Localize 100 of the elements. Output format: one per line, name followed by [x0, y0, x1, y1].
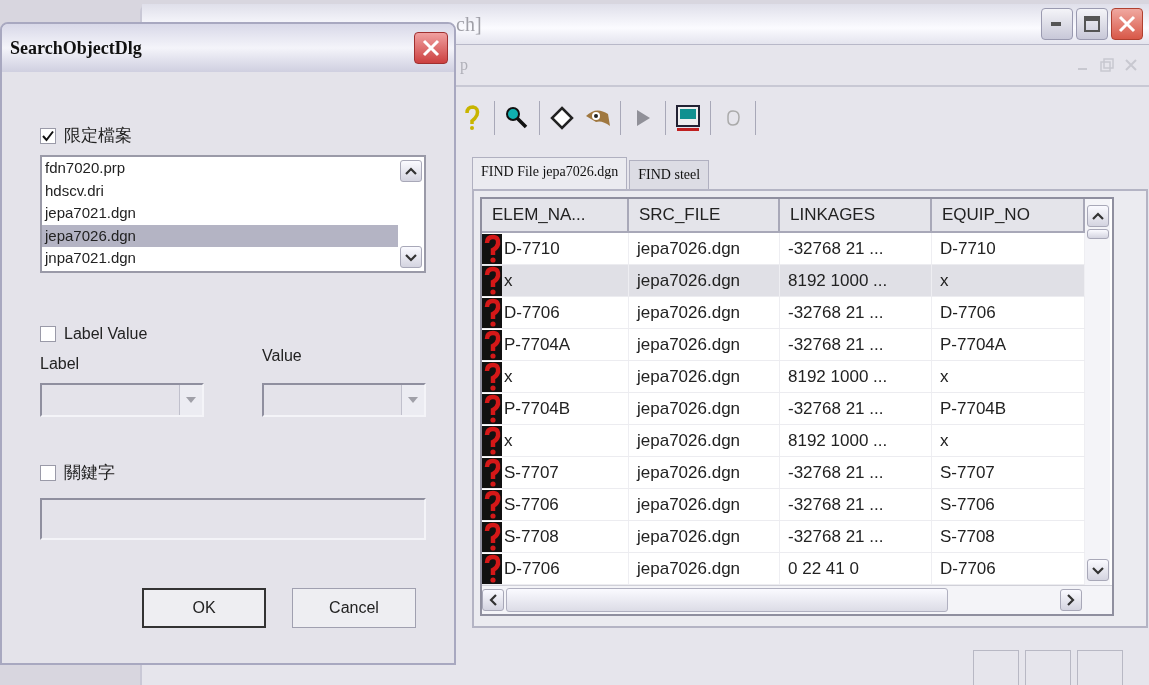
caret-right-icon	[1066, 594, 1076, 606]
table-cell: P-7704B	[504, 398, 571, 419]
table-cell: -32768 21 ...	[780, 297, 932, 328]
table-cell: jepa7026.dgn	[629, 553, 780, 584]
checkbox[interactable]	[40, 326, 56, 342]
table-row[interactable]: P-7704A jepa7026.dgn -32768 21 ... P-7704A	[482, 329, 1085, 361]
maximize-button[interactable]	[1076, 8, 1108, 40]
column-header[interactable]: LINKAGES	[780, 199, 932, 233]
tab[interactable]: FIND steel	[629, 160, 710, 189]
table-row[interactable]: x jepa7026.dgn 8192 1000 ... x	[482, 361, 1085, 393]
tab[interactable]: FIND File jepa7026.dgn	[472, 157, 628, 189]
scroll-up-button[interactable]	[1086, 205, 1109, 227]
field-label: Value	[262, 347, 303, 365]
table-cell: 8192 1000 ...	[780, 425, 932, 456]
close-button[interactable]	[1111, 8, 1143, 40]
question-mark-icon	[482, 521, 502, 552]
checkbox-label: 限定檔案	[64, 124, 132, 147]
list-item[interactable]: jepa7026.dgn	[42, 224, 398, 247]
question-mark-icon	[482, 297, 502, 328]
caret-down-icon	[405, 252, 417, 262]
table-cell: jepa7026.dgn	[629, 297, 780, 328]
dialog-button[interactable]: Cancel	[292, 588, 416, 628]
table-cell: jepa7026.dgn	[629, 329, 780, 360]
question-mark-icon	[482, 489, 502, 520]
list-item[interactable]: jnpa7021.dgn	[42, 247, 398, 270]
question-mark-icon	[482, 393, 502, 424]
table-cell: -32768 21 ...	[780, 329, 932, 360]
table-cell: 8192 1000 ...	[780, 361, 932, 392]
table-cell: D-7710	[504, 238, 560, 259]
question-mark-icon	[482, 361, 502, 392]
table-cell: jepa7026.dgn	[629, 393, 780, 424]
scroll-thumb[interactable]	[1086, 229, 1109, 239]
table-row[interactable]: S-7708 jepa7026.dgn -32768 21 ... S-7708	[482, 521, 1085, 553]
list-item[interactable]: jepa7021.dgn	[42, 202, 398, 225]
list-item[interactable]: hdscv.dri	[42, 179, 398, 202]
checkbox-label: 關鍵字	[64, 461, 115, 484]
minimize-icon	[1051, 21, 1063, 27]
table-cell: 8192 1000 ...	[780, 265, 932, 296]
table-cell: S-7706	[504, 494, 559, 515]
question-mark-icon	[482, 553, 502, 584]
table-cell: jepa7026.dgn	[629, 457, 780, 488]
column-header[interactable]: ELEM_NA...	[482, 199, 629, 233]
table-cell: jepa7026.dgn	[629, 521, 780, 552]
question-mark-icon	[482, 233, 502, 264]
table-cell: S-7708	[504, 526, 559, 547]
close-icon	[1118, 15, 1136, 33]
checkbox[interactable]	[40, 464, 56, 481]
table-cell: -32768 21 ...	[780, 457, 932, 488]
scroll-thumb[interactable]	[506, 588, 948, 612]
minimize-button[interactable]	[1041, 8, 1073, 40]
monitor-icon[interactable]	[675, 104, 701, 132]
scroll-down-button[interactable]	[400, 246, 422, 268]
status-pane	[1025, 650, 1071, 685]
table-cell: D-7706	[504, 558, 560, 579]
question-mark-icon	[482, 457, 502, 488]
vertical-scrollbar[interactable]	[1085, 199, 1110, 585]
table-cell: jepa7026.dgn	[629, 233, 780, 264]
table-cell: -32768 21 ...	[780, 393, 932, 424]
caret-left-icon	[488, 594, 498, 606]
dropdown-arrow-icon	[408, 397, 418, 403]
dialog-title: SearchObjectDlg	[10, 37, 142, 59]
scroll-left-button[interactable]	[482, 589, 504, 611]
table-cell: jepa7026.dgn	[629, 425, 780, 456]
list-item[interactable]: fdn7020.prp	[42, 157, 398, 180]
caret-up-icon	[405, 166, 417, 176]
play-icon[interactable]	[634, 108, 652, 128]
table-cell: jepa7026.dgn	[629, 489, 780, 520]
dialog-button[interactable]: OK	[142, 588, 266, 628]
horizontal-scrollbar[interactable]	[482, 585, 1112, 614]
dropdown-arrow-icon	[186, 397, 196, 403]
maximize-icon	[1084, 16, 1100, 32]
table-cell: jepa7026.dgn	[629, 265, 780, 296]
table-cell: -32768 21 ...	[780, 489, 932, 520]
caret-up-icon	[1091, 211, 1104, 221]
table-cell: x	[504, 270, 513, 291]
table-cell: jepa7026.dgn	[629, 361, 780, 392]
diamond-icon[interactable]	[550, 106, 574, 130]
status-pane	[1077, 650, 1123, 685]
question-mark-icon	[482, 425, 502, 456]
table-cell: D-7706	[504, 302, 560, 323]
column-header[interactable]: SRC_FILE	[629, 199, 780, 233]
scroll-right-button[interactable]	[1060, 589, 1082, 611]
question-mark-icon	[482, 265, 502, 296]
table-cell: P-7704A	[504, 334, 571, 355]
search-icon[interactable]	[505, 106, 529, 130]
table-row[interactable]: S-7707 jepa7026.dgn -32768 21 ... S-7707	[482, 457, 1085, 489]
scroll-down-button[interactable]	[1086, 559, 1109, 581]
table-cell: -32768 21 ...	[780, 233, 932, 264]
checkbox-label: Label Value	[64, 325, 148, 343]
checkbox[interactable]	[40, 127, 56, 144]
scroll-up-button[interactable]	[400, 160, 422, 182]
status-pane	[973, 650, 1019, 685]
close-button[interactable]	[414, 32, 448, 64]
table-row[interactable]: x jepa7026.dgn 8192 1000 ... x	[482, 265, 1085, 297]
table-row[interactable]: S-7706 jepa7026.dgn -32768 21 ... S-7706	[482, 489, 1085, 521]
close-icon	[422, 39, 440, 57]
table-row[interactable]: x jepa7026.dgn 8192 1000 ... x	[482, 425, 1085, 457]
table-row[interactable]: D-7706 jepa7026.dgn -32768 21 ... D-7706	[482, 297, 1085, 329]
question-mark-icon	[482, 329, 502, 360]
table-row[interactable]: P-7704B jepa7026.dgn -32768 21 ... P-7704B	[482, 393, 1085, 425]
